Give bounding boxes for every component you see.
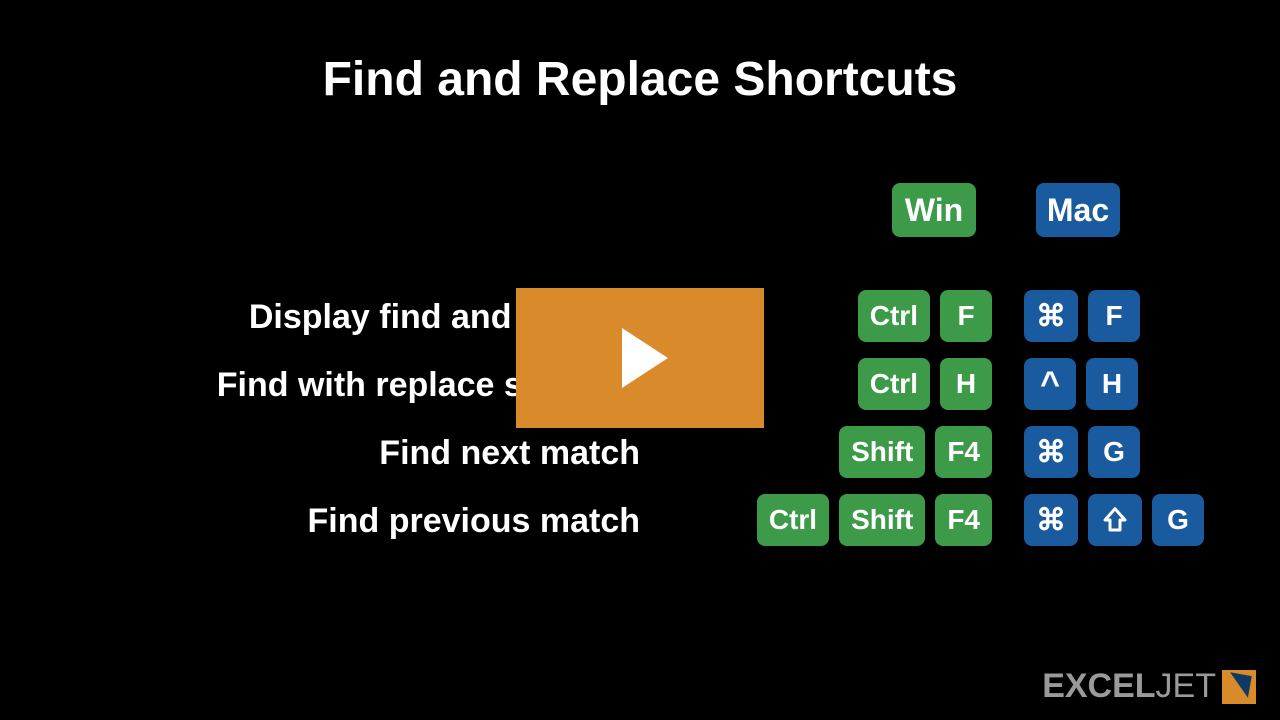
key-ctrl: Ctrl: [858, 290, 930, 342]
key-command-icon: ⌘: [1024, 494, 1078, 546]
mac-keys-row: ⌘ G: [1024, 494, 1204, 546]
key-f4: F4: [935, 426, 992, 478]
page-title: Find and Replace Shortcuts: [0, 52, 1280, 107]
key-command-icon: ⌘: [1024, 426, 1078, 478]
key-g: G: [1088, 426, 1140, 478]
shortcut-label: Find previous match: [80, 502, 640, 541]
key-f: F: [1088, 290, 1140, 342]
key-ctrl: Ctrl: [858, 358, 930, 410]
shortcut-label: Find next match: [80, 434, 640, 473]
key-control-icon: ^: [1024, 358, 1076, 410]
win-keys-row: Ctrl H: [858, 358, 992, 410]
mac-keys-row: ^ H: [1024, 358, 1138, 410]
key-f: F: [940, 290, 992, 342]
key-g: G: [1152, 494, 1204, 546]
win-keys-row: Shift F4: [839, 426, 992, 478]
win-keys-row: Ctrl F: [858, 290, 992, 342]
logo-mark-icon: [1222, 670, 1256, 704]
mac-keys-row: ⌘ G: [1024, 426, 1140, 478]
key-shift-icon: [1088, 494, 1142, 546]
exceljet-logo: EXCELJET: [1042, 667, 1256, 706]
key-shift: Shift: [839, 494, 925, 546]
win-keys-row: Ctrl Shift F4: [757, 494, 992, 546]
play-icon: [622, 328, 668, 388]
key-shift: Shift: [839, 426, 925, 478]
key-f4: F4: [935, 494, 992, 546]
key-ctrl: Ctrl: [757, 494, 829, 546]
key-h: H: [1086, 358, 1138, 410]
header-win-badge: Win: [892, 183, 976, 237]
mac-keys-row: ⌘ F: [1024, 290, 1140, 342]
key-h: H: [940, 358, 992, 410]
key-command-icon: ⌘: [1024, 290, 1078, 342]
header-mac-badge: Mac: [1036, 183, 1120, 237]
logo-text: EXCELJET: [1042, 667, 1216, 706]
play-button[interactable]: [516, 288, 764, 428]
